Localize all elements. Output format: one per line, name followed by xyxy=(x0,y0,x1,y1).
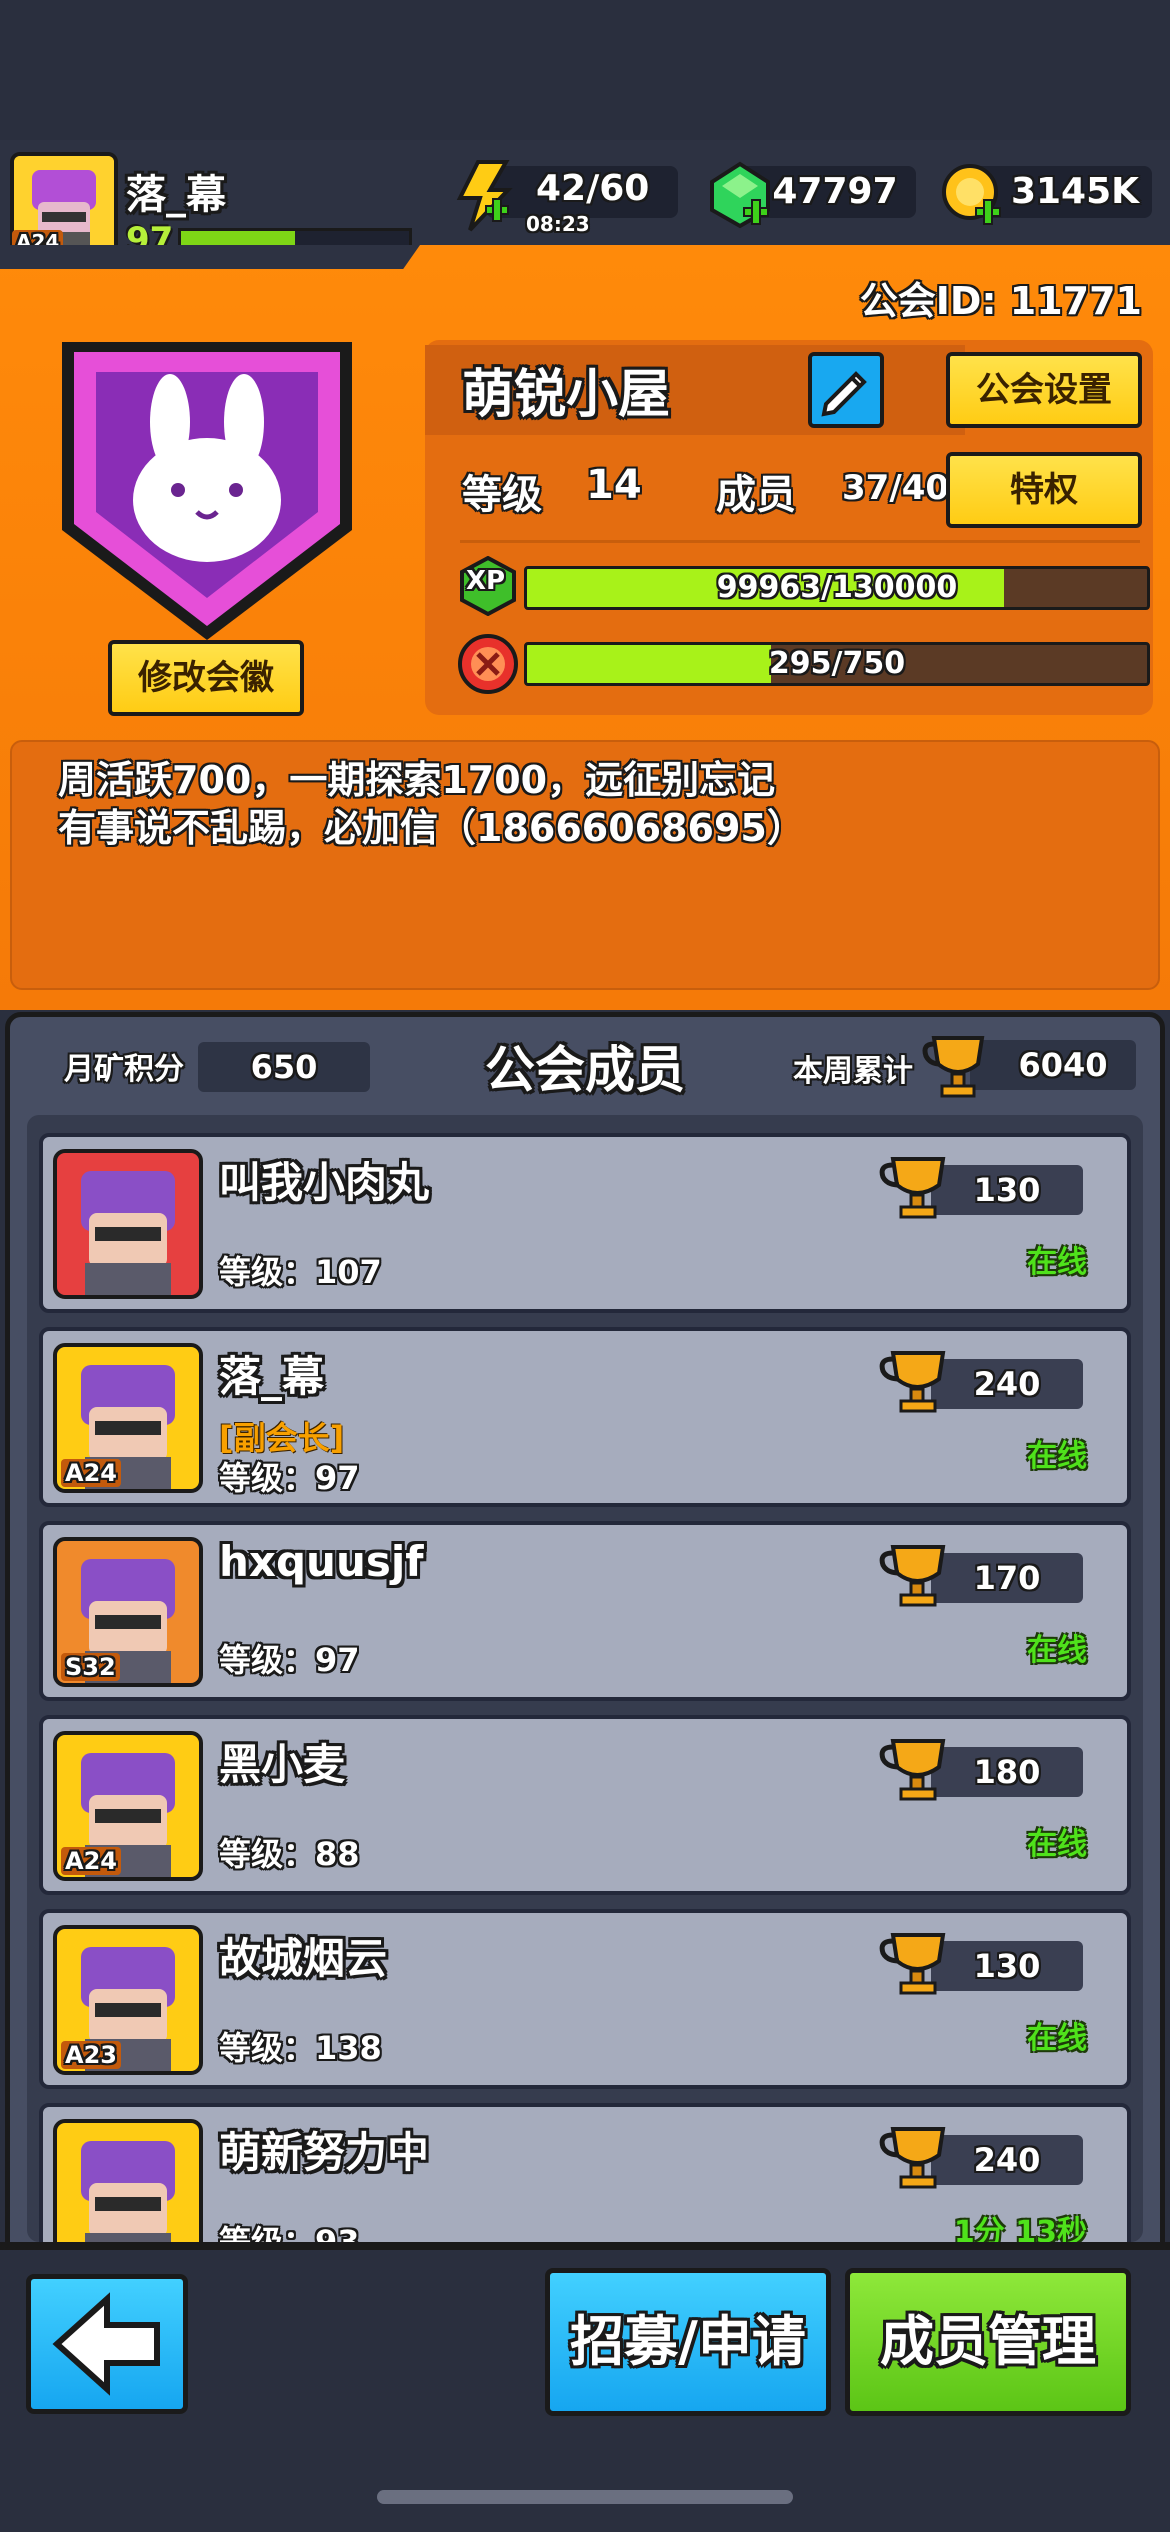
member-card[interactable]: 萌新努力中 等级：93 240 1分 13秒 xyxy=(39,2103,1131,2242)
member-online-status: 在线 xyxy=(1027,1245,1087,1280)
member-avatar-badge: A24 xyxy=(61,1459,121,1487)
guild-members-label: 成员 xyxy=(716,472,796,518)
guild-xp-bar: 99963/130000 xyxy=(524,566,1150,610)
member-management-button[interactable]: 成员管理 xyxy=(845,2268,1131,2416)
monthly-points-label: 月矿积分 xyxy=(64,1052,184,1087)
member-name: hxquusjf xyxy=(219,1537,424,1586)
guild-emblem[interactable] xyxy=(52,330,362,650)
member-level: 等级：107 xyxy=(219,1253,382,1291)
back-button[interactable] xyxy=(26,2274,188,2414)
guild-members-value: 37/40 xyxy=(842,468,950,508)
guild-motto: 周活跃700，一期探索1700，远征别忘记 有事说不乱踢，必加信（1866606… xyxy=(10,740,1160,990)
guild-id: 公会ID: 11771 xyxy=(859,279,1142,323)
top-bar-lip xyxy=(0,245,420,269)
guild-war-text: 295/750 xyxy=(768,646,906,681)
trophy-icon xyxy=(877,1929,957,1999)
edit-name-button[interactable] xyxy=(808,352,884,428)
gems-value: 47797 xyxy=(772,171,898,212)
recruit-button[interactable]: 招募/申请 xyxy=(545,2268,831,2416)
members-list[interactable]: 叫我小肉丸 等级：107 130 在线 A24 落_幕 [副会长] 等级：97 240 在线 S32… xyxy=(27,1115,1143,2242)
bottom-bar-divider xyxy=(0,2242,1170,2250)
member-avatar[interactable] xyxy=(53,1149,203,1299)
member-avatar[interactable] xyxy=(53,2119,203,2242)
member-name: 萌新努力中 xyxy=(219,2128,430,2177)
coin-icon[interactable] xyxy=(938,160,1006,232)
guild-level-value: 14 xyxy=(586,462,642,508)
edit-badge-button[interactable]: 修改会徽 xyxy=(108,640,304,716)
guild-name: 萌锐小屋 xyxy=(462,365,671,425)
energy-value: 42/60 xyxy=(536,168,650,209)
xp-icon-label: XP xyxy=(466,566,506,596)
trophy-icon xyxy=(877,1541,957,1611)
arrow-left-icon xyxy=(52,2292,160,2396)
player-name: 落_幕 xyxy=(126,172,226,218)
guild-xp-text: 99963/130000 xyxy=(716,570,958,605)
member-name: 黑小麦 xyxy=(219,1740,346,1789)
guild-level-label: 等级 xyxy=(462,472,542,518)
trophy-icon xyxy=(877,1347,957,1417)
member-card[interactable]: A24 落_幕 [副会长] 等级：97 240 在线 xyxy=(39,1327,1131,1507)
monthly-points-box: 650 xyxy=(198,1042,370,1092)
motto-line-1: 周活跃700，一期探索1700，远征别忘记 xyxy=(58,758,776,802)
weekly-total-label: 本周累计 xyxy=(793,1054,913,1089)
member-online-status: 在线 xyxy=(1027,1827,1087,1862)
member-card[interactable]: S32 hxquusjf 等级：97 170 在线 xyxy=(39,1521,1131,1701)
home-indicator[interactable] xyxy=(377,2490,793,2504)
member-name: 故城烟云 xyxy=(219,1934,388,1983)
members-panel-title: 公会成员 xyxy=(485,1041,685,1099)
trophy-icon xyxy=(877,1735,957,1805)
member-online-status: 在线 xyxy=(1027,2021,1087,2056)
guild-war-icon xyxy=(456,632,520,696)
member-online-status: 在线 xyxy=(1027,1439,1087,1474)
member-level: 等级：93 xyxy=(219,2223,360,2242)
recruit-button-label: 招募/申请 xyxy=(570,2310,806,2373)
member-card[interactable]: A23 故城烟云 等级：138 130 在线 xyxy=(39,1909,1131,2089)
trophy-icon xyxy=(877,2123,957,2193)
trophy-icon xyxy=(877,1153,957,1223)
member-card[interactable]: 叫我小肉丸 等级：107 130 在线 xyxy=(39,1133,1131,1313)
pencil-icon xyxy=(821,371,867,417)
energy-icon xyxy=(452,160,514,232)
member-name: 叫我小肉丸 xyxy=(219,1158,430,1207)
coins-value-wrap: 3145K xyxy=(1000,166,1150,218)
member-level: 等级：97 xyxy=(219,1641,360,1679)
member-card[interactable]: A24 黑小麦 等级：88 180 在线 xyxy=(39,1715,1131,1895)
coins-value: 3145K xyxy=(1010,171,1140,212)
member-level: 等级：138 xyxy=(219,2029,382,2067)
privilege-button[interactable]: 特权 xyxy=(946,452,1142,528)
guild-settings-button[interactable]: 公会设置 xyxy=(946,352,1142,428)
member-online-status: 1分 13秒 xyxy=(953,2215,1087,2242)
motto-line-2: 有事说不乱踢，必加信（18666068695） xyxy=(58,806,805,850)
weekly-trophy-icon xyxy=(920,1030,996,1100)
member-avatar-badge: A23 xyxy=(61,2041,121,2069)
gems-value-wrap: 47797 xyxy=(760,166,910,218)
member-name: 落_幕 xyxy=(219,1352,325,1401)
monthly-points-value: 650 xyxy=(250,1048,318,1086)
member-avatar-badge: A24 xyxy=(61,1847,121,1875)
panel-divider xyxy=(460,540,1140,543)
member-avatar-badge: S32 xyxy=(61,1653,120,1681)
guild-war-bar: 295/750 xyxy=(524,642,1150,686)
member-online-status: 在线 xyxy=(1027,1633,1087,1668)
member-management-label: 成员管理 xyxy=(880,2310,1096,2373)
member-level: 等级：88 xyxy=(219,1835,360,1873)
energy-timer: 08:23 xyxy=(526,212,590,236)
member-level: 等级：97 xyxy=(219,1459,360,1497)
